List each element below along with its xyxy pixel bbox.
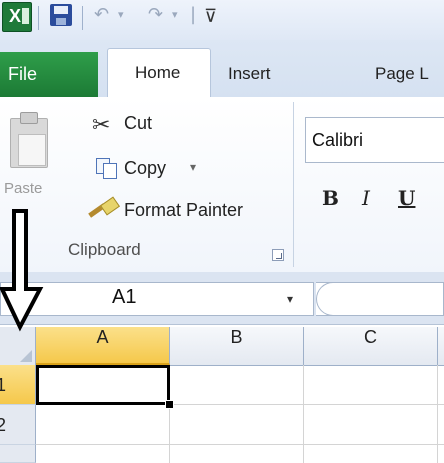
copy-button[interactable]: Copy [124, 158, 166, 179]
column-header-b[interactable]: B [170, 327, 304, 365]
paste-clipboard-icon[interactable] [8, 110, 48, 168]
tab-page-layout[interactable]: Page L [375, 64, 429, 84]
copy-dropdown-icon[interactable]: ▾ [190, 160, 196, 174]
font-name-combobox[interactable]: Calibri [305, 117, 444, 163]
redo-dropdown-icon[interactable]: ▾ [172, 8, 178, 21]
column-header-c[interactable]: C [304, 327, 438, 365]
active-cell-a1[interactable] [36, 365, 170, 405]
tab-home-label: Home [135, 63, 181, 82]
row-header-2[interactable]: 2 [0, 405, 36, 445]
clipboard-group-label: Clipboard [68, 240, 141, 259]
customize-toolbar-icon[interactable]: ⊽ [204, 6, 217, 27]
tab-insert[interactable]: Insert [228, 64, 271, 84]
clipboard-dialog-launcher-icon[interactable] [272, 249, 284, 261]
undo-icon[interactable]: ↶ [94, 4, 109, 25]
tab-home[interactable]: Home [107, 48, 211, 99]
name-box-dropdown-icon[interactable]: ▾ [287, 292, 293, 306]
save-icon[interactable] [50, 4, 72, 26]
name-box[interactable] [0, 282, 314, 316]
toolbar-separator [38, 6, 39, 30]
paintbrush-icon[interactable] [86, 196, 120, 220]
toolbar-separator [82, 6, 83, 30]
tab-file[interactable]: File [0, 52, 98, 97]
bold-button[interactable]: B [322, 186, 339, 210]
redo-icon[interactable]: ↷ [148, 4, 163, 25]
underline-button[interactable]: U [398, 186, 415, 210]
column-header-partial[interactable] [438, 327, 444, 365]
undo-dropdown-icon[interactable]: ▾ [118, 8, 124, 21]
italic-button[interactable]: I [362, 186, 370, 210]
toolbar-separator-glyph: | [190, 4, 197, 25]
font-name-value: Calibri [312, 130, 364, 150]
row-header-1[interactable]: 1 [0, 365, 36, 405]
format-painter-button[interactable]: Format Painter [124, 200, 243, 221]
tab-file-label: File [8, 64, 38, 84]
row-header-3[interactable] [0, 445, 36, 463]
paste-button[interactable]: Paste [4, 180, 42, 197]
copy-icon[interactable] [96, 158, 117, 179]
cut-button[interactable]: Cut [124, 113, 152, 134]
excel-logo-icon[interactable]: X [2, 2, 32, 32]
ribbon-group-separator [293, 102, 294, 267]
fill-handle[interactable] [165, 400, 174, 409]
excel-logo-letter: X [9, 6, 22, 26]
column-header-a[interactable]: A [36, 327, 170, 365]
down-arrow-annotation [0, 209, 44, 332]
name-box-value: A1 [112, 286, 137, 308]
scissors-icon[interactable]: ✂ [92, 113, 110, 138]
